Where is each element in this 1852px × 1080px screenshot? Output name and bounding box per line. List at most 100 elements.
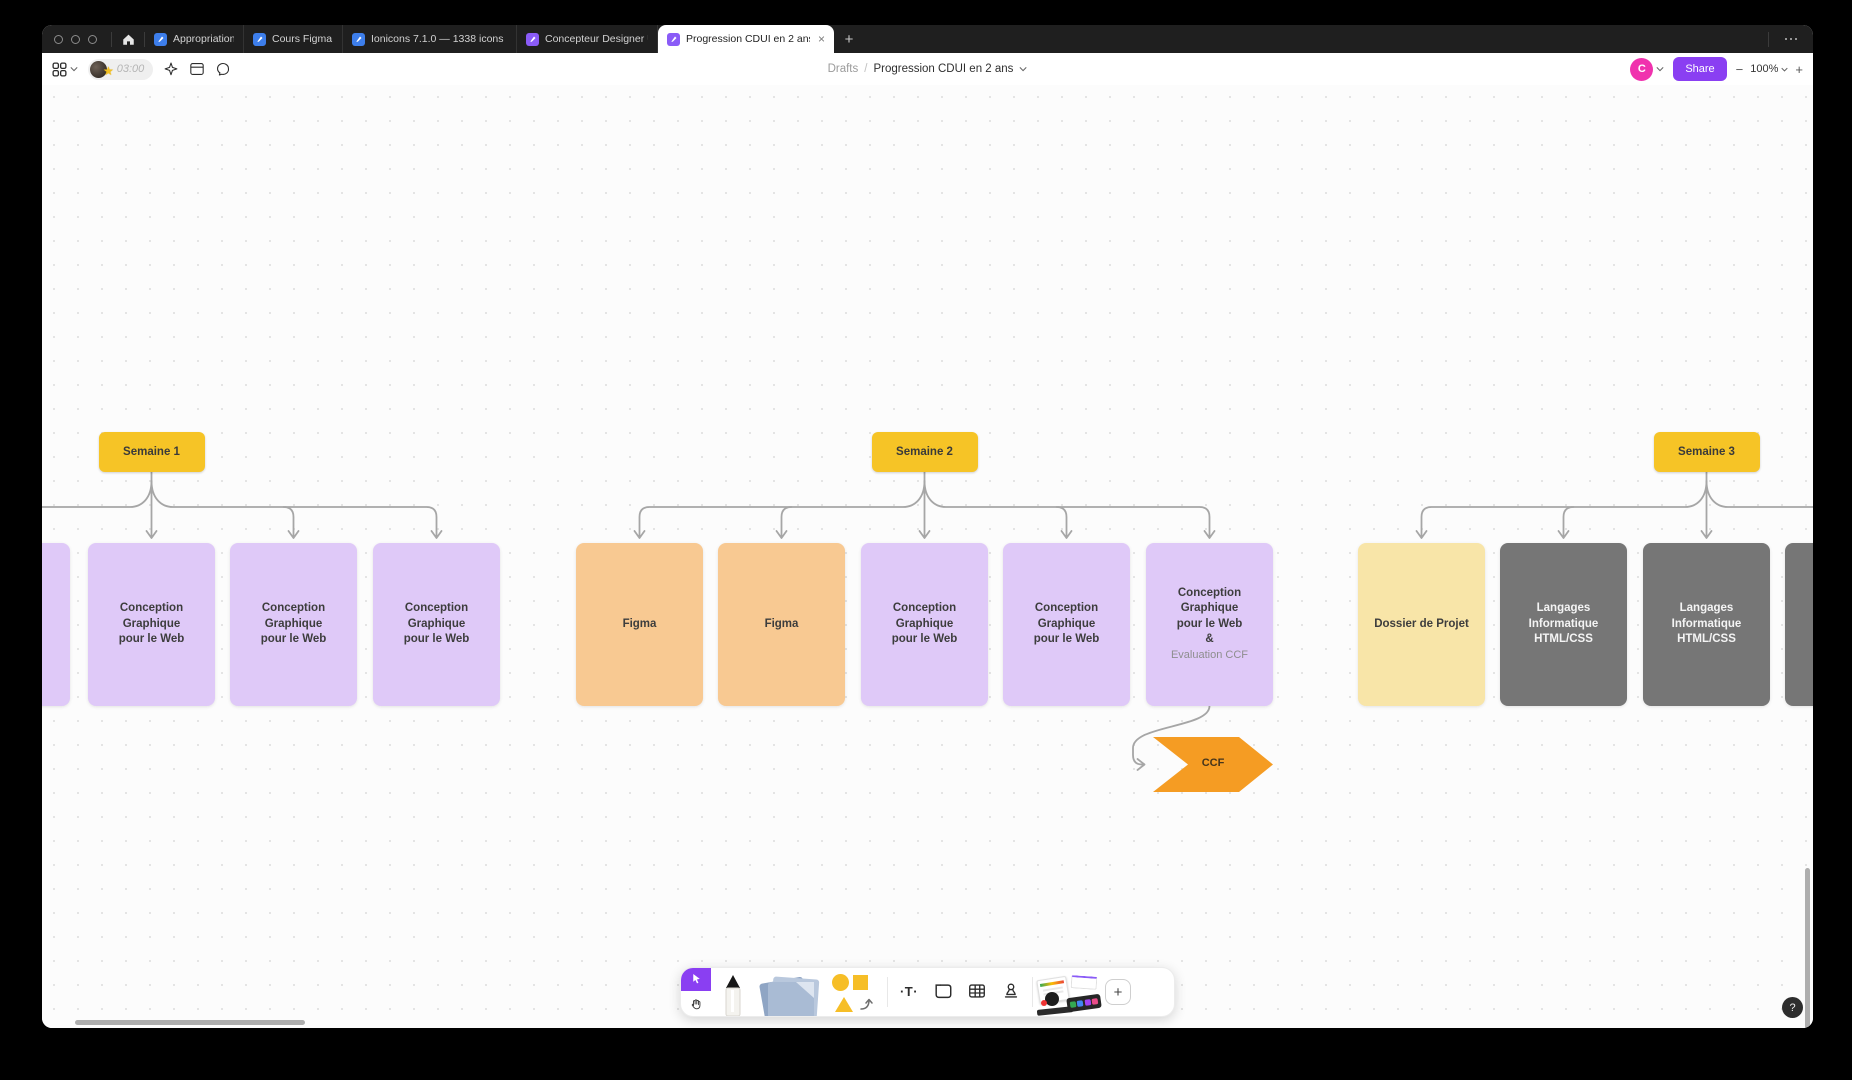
tab-appropriation[interactable]: Appropriation bbox=[145, 25, 244, 53]
sticky-box[interactable]: Figma bbox=[718, 543, 845, 706]
figjam-menu-icon bbox=[52, 62, 67, 77]
chevron-down-icon bbox=[70, 66, 78, 72]
main-menu-button[interactable] bbox=[52, 62, 78, 77]
figma-app-window: Appropriation Cours Figma 2023 Ionicons … bbox=[42, 25, 1813, 1028]
shape-tool-button[interactable] bbox=[827, 967, 883, 1016]
overflow-menu-button[interactable] bbox=[1769, 25, 1813, 53]
sticky-box-label: Langages Informatique HTML/CSS bbox=[1672, 601, 1742, 648]
close-tab-icon[interactable]: × bbox=[818, 33, 825, 45]
current-user-menu[interactable]: C bbox=[1630, 58, 1664, 81]
select-tool-group bbox=[681, 967, 711, 1016]
week2-header[interactable]: Semaine 2 bbox=[872, 432, 978, 472]
marker-tool-button[interactable] bbox=[711, 974, 755, 1016]
breadcrumb-folder[interactable]: Drafts bbox=[828, 63, 859, 75]
sticky-box-label: Conception Graphique pour le Web & bbox=[1177, 586, 1243, 648]
figma-file-icon bbox=[253, 33, 266, 46]
sticky-box-evaluation[interactable]: Conception Graphique pour le Web & Evalu… bbox=[1146, 543, 1273, 706]
tab-concepteur-designer-ui[interactable]: Concepteur Designer UI bbox=[517, 25, 658, 53]
week2-header-label: Semaine 2 bbox=[896, 446, 953, 458]
sticky-note-tool-button[interactable] bbox=[755, 972, 827, 1016]
templates-button[interactable] bbox=[189, 61, 205, 77]
sticky-box-label: Conception Graphique pour le Web bbox=[1034, 601, 1100, 648]
ccf-shape-label[interactable]: CCF bbox=[1183, 757, 1243, 769]
sparkle-icon bbox=[163, 61, 179, 77]
help-button[interactable]: ? bbox=[1782, 997, 1803, 1018]
text-tool-button[interactable]: ·T· bbox=[892, 967, 926, 1016]
sticky-notes-icon bbox=[758, 972, 824, 1016]
star-icon: ★ bbox=[103, 64, 114, 78]
comment-button[interactable] bbox=[215, 61, 231, 77]
minimize-window-button[interactable] bbox=[71, 35, 80, 44]
stickers-templates-button[interactable] bbox=[1037, 970, 1101, 1016]
sticky-box-partial[interactable] bbox=[1785, 543, 1813, 706]
red-dot-icon bbox=[1041, 1000, 1047, 1006]
section-tool-button[interactable] bbox=[926, 967, 960, 1016]
sticky-box[interactable]: Dossier de Projet bbox=[1358, 543, 1485, 706]
sticky-box[interactable]: Conception Graphique pour le Web bbox=[861, 543, 988, 706]
vertical-scrollbar[interactable] bbox=[1805, 868, 1810, 1028]
chevron-down-icon[interactable] bbox=[1019, 66, 1027, 72]
zoom-controls: − 100% + bbox=[1736, 62, 1803, 77]
home-button[interactable] bbox=[112, 25, 144, 53]
tab-bar: Appropriation Cours Figma 2023 Ionicons … bbox=[42, 25, 1813, 53]
mini-window-icon bbox=[1071, 975, 1098, 990]
file-title[interactable]: Progression CDUI en 2 ans bbox=[873, 63, 1013, 75]
sticky-box-label: Conception Graphique pour le Web bbox=[892, 601, 958, 648]
tab-cours-figma-2023[interactable]: Cours Figma 2023 bbox=[244, 25, 343, 53]
main-toolbar: ★ 03:00 Drafts / Progression CDUI en 2 a… bbox=[42, 53, 1813, 85]
select-tool-button[interactable] bbox=[681, 967, 711, 991]
more-tools-button[interactable]: + bbox=[1105, 979, 1131, 1005]
close-window-button[interactable] bbox=[54, 35, 63, 44]
sticky-box-label: Conception Graphique pour le Web bbox=[261, 601, 327, 648]
window-controls bbox=[42, 25, 111, 53]
timer-value: 03:00 bbox=[117, 63, 145, 75]
breadcrumb-separator: / bbox=[864, 63, 867, 75]
zoom-out-button[interactable]: − bbox=[1736, 62, 1744, 77]
zoom-window-button[interactable] bbox=[88, 35, 97, 44]
sticky-box[interactable]: Conception Graphique pour le Web bbox=[1003, 543, 1130, 706]
sticky-box-label: Figma bbox=[623, 617, 657, 633]
zoom-level-value: 100% bbox=[1750, 63, 1778, 75]
zoom-in-button[interactable]: + bbox=[1795, 62, 1803, 77]
sticky-box[interactable]: Figma bbox=[576, 543, 703, 706]
comment-icon bbox=[215, 61, 231, 77]
timer-widget[interactable]: ★ 03:00 bbox=[88, 59, 153, 80]
sticky-box[interactable]: Langages Informatique HTML/CSS bbox=[1643, 543, 1770, 706]
week3-header[interactable]: Semaine 3 bbox=[1654, 432, 1760, 472]
figjam-canvas[interactable]: Semaine 1 Semaine 2 Semaine 3 Conception… bbox=[42, 85, 1813, 1028]
table-icon bbox=[967, 981, 987, 1001]
stamp-tool-button[interactable] bbox=[994, 967, 1028, 1016]
sticky-box[interactable]: Conception Graphique pour le Web bbox=[88, 543, 215, 706]
tab-label: Cours Figma 2023 bbox=[272, 33, 333, 45]
quick-actions-button[interactable] bbox=[163, 61, 179, 77]
tab-ionicons[interactable]: Ionicons 7.1.0 — 1338 icons pack (C bbox=[343, 25, 517, 53]
cursor-icon bbox=[690, 972, 703, 985]
tab-label: Concepteur Designer UI bbox=[545, 33, 648, 45]
week1-header[interactable]: Semaine 1 bbox=[99, 432, 205, 472]
sticky-box[interactable]: Conception Graphique pour le Web bbox=[230, 543, 357, 706]
sticky-box-sublabel: Evaluation CCF bbox=[1171, 648, 1248, 664]
bottom-toolbar: ·T· bbox=[680, 967, 1175, 1017]
hand-tool-button[interactable] bbox=[681, 991, 711, 1016]
circle-shape-icon bbox=[832, 974, 849, 991]
text-tool-icon: ·T· bbox=[900, 984, 918, 999]
divider bbox=[1032, 977, 1033, 1007]
table-tool-button[interactable] bbox=[960, 967, 994, 1016]
sticky-box-partial[interactable] bbox=[42, 543, 70, 706]
color-chips-icon bbox=[1066, 994, 1102, 1013]
sticky-box-label: Dossier de Projet bbox=[1374, 617, 1469, 633]
tab-progression-cdui-active[interactable]: Progression CDUI en 2 ans × bbox=[658, 25, 834, 53]
zoom-level-menu[interactable]: 100% bbox=[1750, 63, 1788, 75]
tab-bar-spacer bbox=[864, 25, 1768, 53]
connector-arrow-icon bbox=[859, 996, 875, 1012]
square-shape-icon bbox=[853, 975, 868, 990]
share-button[interactable]: Share bbox=[1673, 57, 1726, 81]
new-tab-button[interactable]: + bbox=[834, 25, 864, 53]
tab-label: Appropriation bbox=[173, 33, 234, 45]
horizontal-scrollbar[interactable] bbox=[75, 1020, 305, 1025]
sticky-box[interactable]: Conception Graphique pour le Web bbox=[373, 543, 500, 706]
stamp-icon bbox=[1001, 981, 1021, 1001]
week1-header-label: Semaine 1 bbox=[123, 446, 180, 458]
divider bbox=[887, 977, 888, 1007]
sticky-box[interactable]: Langages Informatique HTML/CSS bbox=[1500, 543, 1627, 706]
